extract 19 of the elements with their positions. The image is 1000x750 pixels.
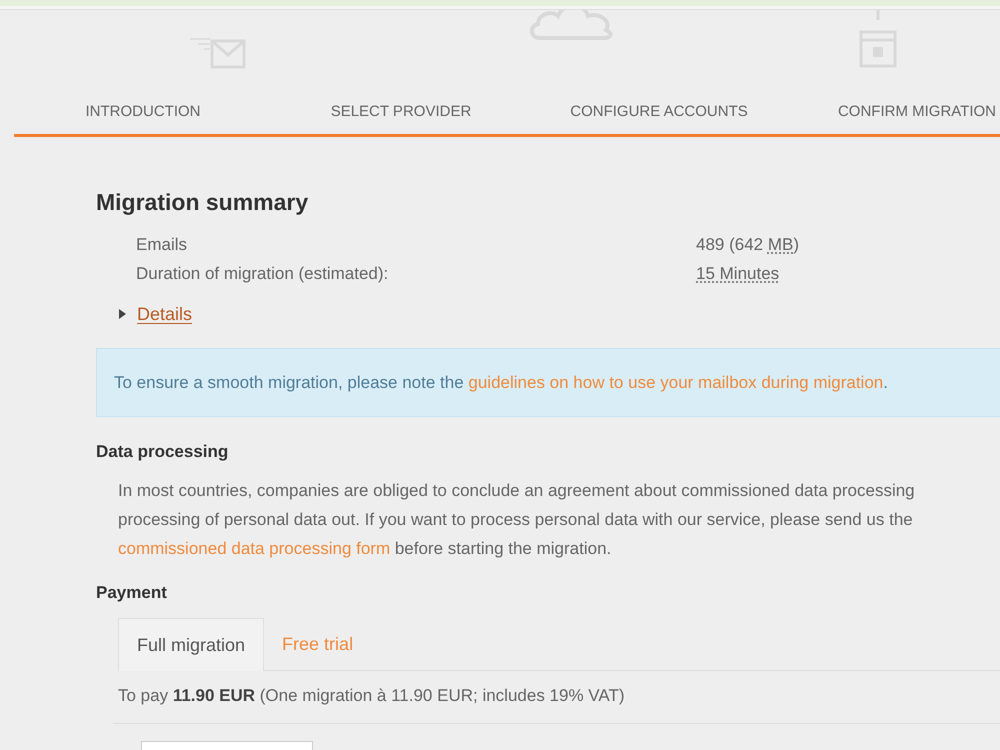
wizard-step: SELECT PROVIDER <box>272 68 530 137</box>
summary-label: Emails <box>136 234 188 256</box>
wizard-step: CONFIRM MIGRATION <box>788 68 1000 137</box>
notice-text: To ensure a smooth migration, please note the guidelines on how to use your mailbox during migration. <box>114 372 888 394</box>
section-heading: Data processing <box>96 441 228 463</box>
data-processing-paragraph: In most countries, companies are obliged to conclude an agreement about commissioned data processing processing of personal data out. If you want to process personal data with our service, please send us the commissioned data processing form before starting the migration. <box>118 480 915 560</box>
payment-tab[interactable]: Free trial <box>264 618 372 671</box>
guidelines-link[interactable]: guidelines on how to use your mailbox during migration <box>468 372 884 392</box>
wizard-step: CONFIGURE ACCOUNTS <box>530 68 788 137</box>
summary-value: 15 Minutes <box>696 263 780 285</box>
summary-label: Duration of migration (estimated): <box>136 263 390 285</box>
details-link[interactable]: Details <box>137 302 192 326</box>
summary-value: 489 (642 MB) <box>696 234 800 256</box>
form-link[interactable]: commissioned data processing form <box>118 539 390 558</box>
wizard-step: INTRODUCTION <box>14 68 272 137</box>
section-heading: Payment <box>96 582 167 604</box>
payment-summary: To pay 11.90 EUR (One migration à 11.90 EUR; includes 19% VAT) <box>118 685 624 707</box>
payment-tab[interactable]: Full migration <box>118 618 264 671</box>
section-heading: Migration summary <box>96 188 308 216</box>
